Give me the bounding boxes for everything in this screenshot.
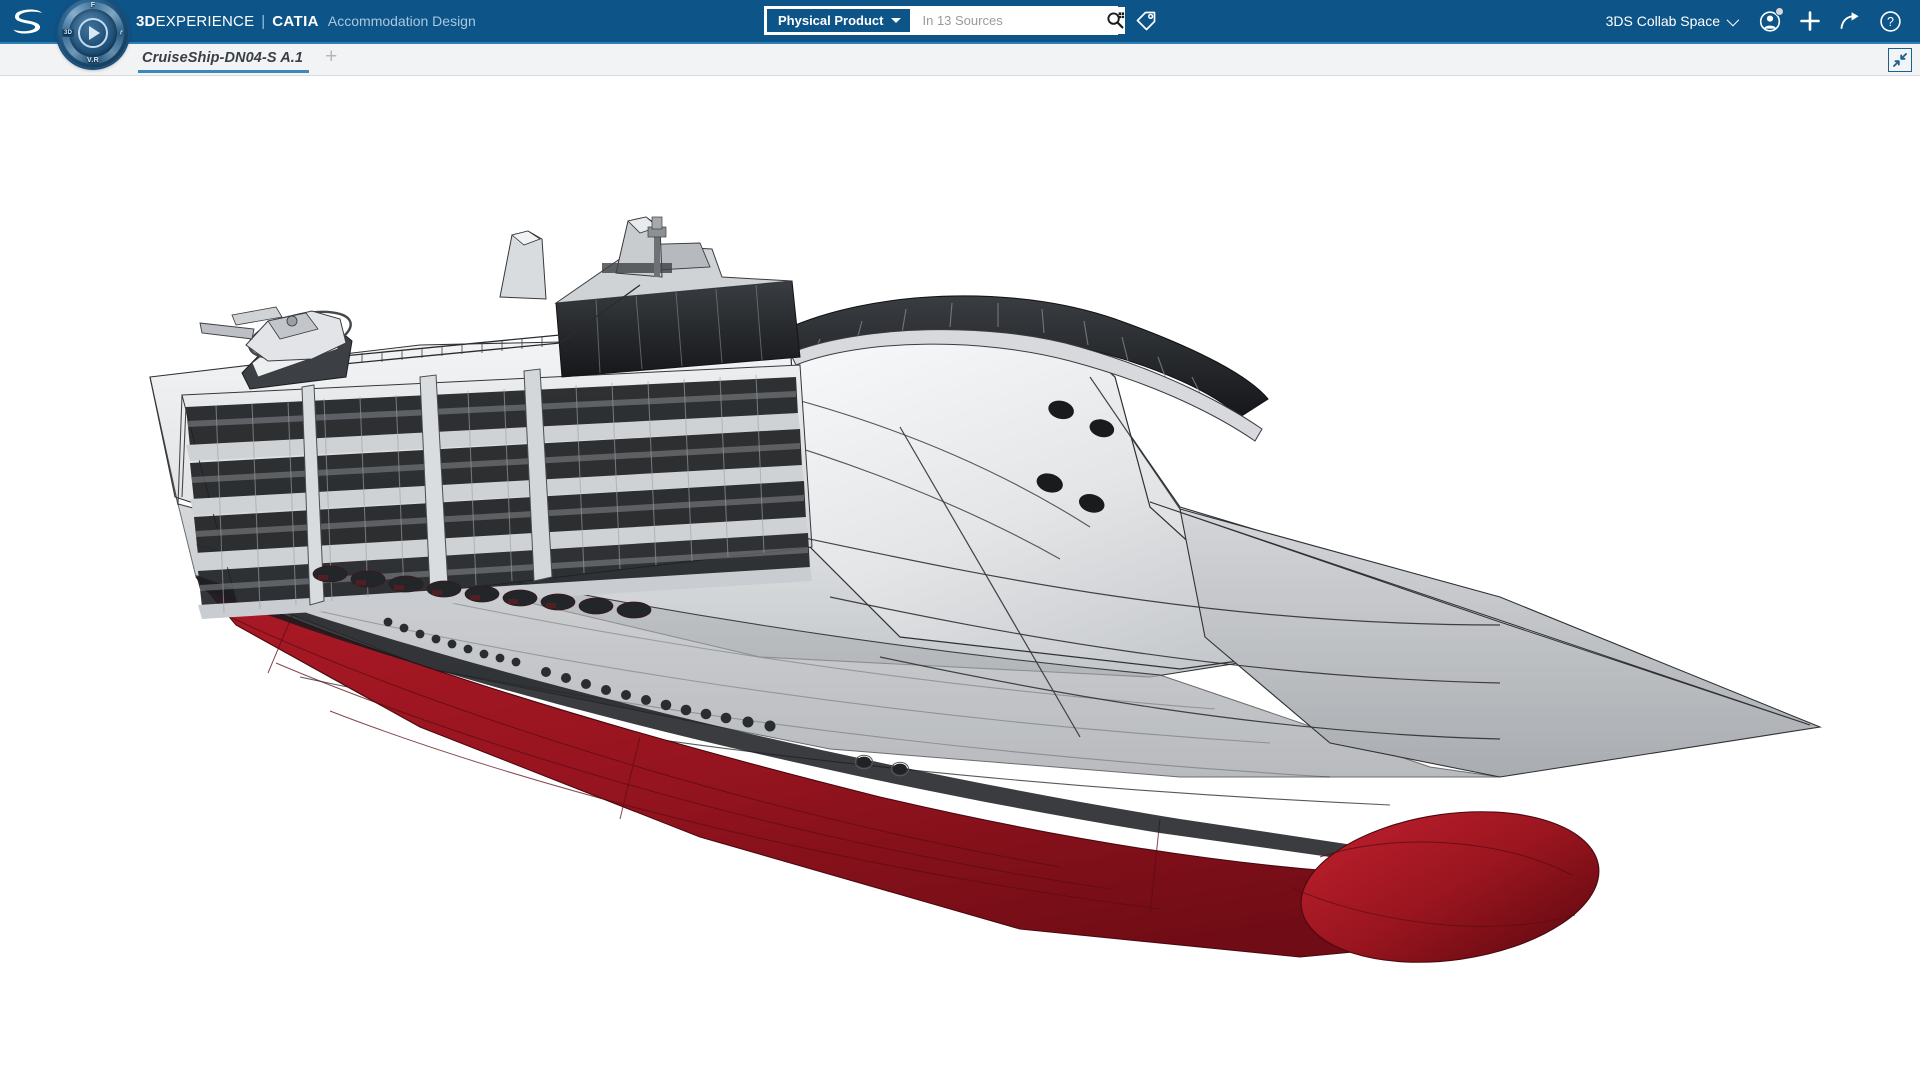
chevron-down-icon (1726, 13, 1740, 26)
play-triangle-icon (89, 26, 100, 40)
brand-catia: CATIA (272, 12, 319, 30)
3d-viewport[interactable] (0, 77, 1920, 1080)
share-arrow-icon[interactable] (1830, 0, 1870, 42)
compass-center-hub[interactable] (78, 18, 108, 48)
user-account-icon[interactable] (1750, 0, 1790, 42)
3d-compass-navigation-widget[interactable]: F 3D r V.R (58, 0, 128, 68)
tab-strip: CruiseShip-DN04-S A.1 + (138, 41, 347, 75)
tab-cruiseship-dn04-s[interactable]: CruiseShip-DN04-S A.1 (138, 41, 319, 75)
brand-3dexperience: 3DEXPERIENCE (136, 13, 254, 30)
tab-label: CruiseShip-DN04-S A.1 (142, 50, 304, 66)
plus-new-tab-icon[interactable]: + (319, 41, 347, 75)
help-question-icon[interactable]: ? (1870, 0, 1910, 42)
notification-badge (1775, 7, 1784, 16)
collab-space-selector[interactable]: 3DS Collab Space (1600, 13, 1750, 29)
brand-separator: | (261, 12, 266, 30)
brand-3d-bold: 3D (136, 12, 156, 30)
brand-app-name: Accommodation Design (327, 12, 476, 29)
chevron-down-icon (891, 18, 902, 23)
compass-label-vr: V.R (87, 57, 99, 64)
3ds-logo-icon[interactable] (0, 0, 58, 42)
collab-space-label: 3DS Collab Space (1605, 13, 1720, 29)
plus-add-icon[interactable] (1790, 0, 1830, 42)
collapse-inward-arrows-icon[interactable] (1888, 48, 1912, 72)
compass-label-3d: 3D (62, 29, 75, 37)
global-search-bar[interactable]: Physical Product (764, 6, 1126, 35)
cruise-ship-3d-model (149, 216, 1823, 963)
document-tab-bar: CruiseShip-DN04-S A.1 + (0, 42, 1920, 76)
brand-experience-light: EXPERIENCE (155, 12, 255, 30)
compass-label-front: F (90, 2, 96, 9)
compass-label-right: r (119, 29, 123, 37)
brand-title-block[interactable]: 3DEXPERIENCE | CATIA Accommodation Desig… (136, 13, 476, 30)
search-scope-label: Physical Product (778, 13, 884, 28)
search-magnifier-icon[interactable] (1106, 7, 1126, 34)
search-input[interactable] (912, 7, 1107, 34)
search-scope-dropdown[interactable]: Physical Product (766, 8, 912, 33)
tag-label-icon[interactable] (1132, 7, 1160, 35)
svg-text:?: ? (1887, 15, 1894, 29)
header-right-actions: 3DS Collab Space ? (1600, 0, 1910, 42)
application-header-bar: F 3D r V.R 3DEXPERIENCE | CATIA Accommod… (0, 0, 1920, 68)
